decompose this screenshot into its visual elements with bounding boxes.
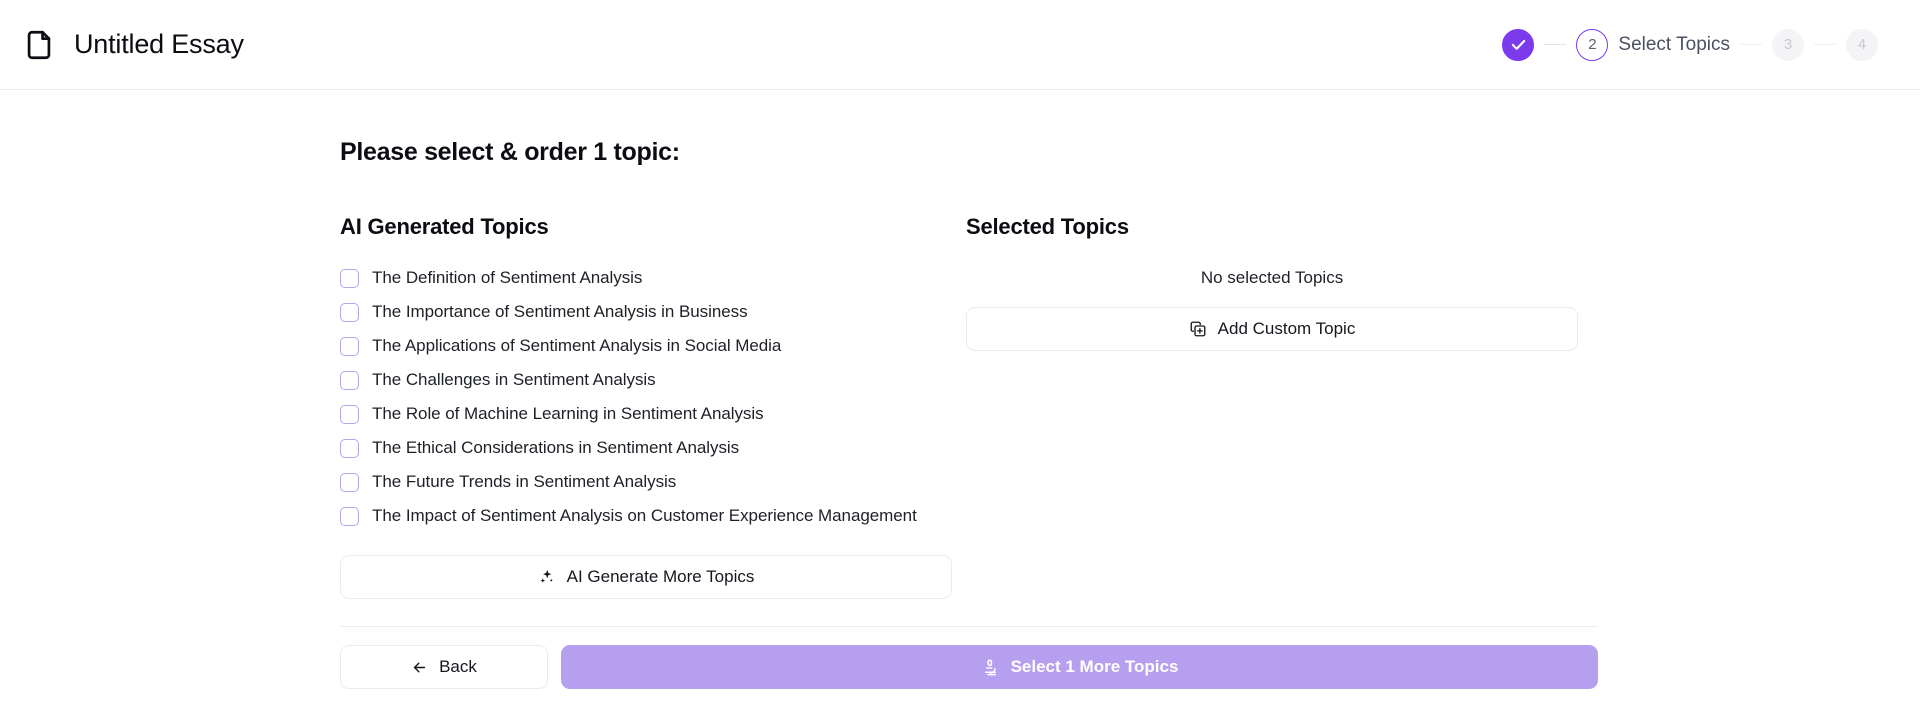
select-more-topics-button[interactable]: Select 1 More Topics (561, 645, 1598, 689)
document-title: Untitled Essay (74, 29, 244, 59)
generate-more-wrapper: AI Generate More Topics (340, 555, 952, 599)
topic-checkbox[interactable] (340, 302, 359, 322)
topic-row[interactable]: The Definition of Sentiment Analysis (340, 261, 952, 295)
ai-generated-topics-title: AI Generated Topics (340, 214, 549, 239)
topic-label: The Role of Machine Learning in Sentimen… (372, 404, 764, 423)
selected-topics-panel: Selected Topics No selected Topics Add C… (966, 214, 1578, 351)
check-icon (1510, 36, 1527, 53)
topic-row[interactable]: The Importance of Sentiment Analysis in … (340, 295, 952, 329)
ai-generate-more-topics-label: AI Generate More Topics (566, 567, 755, 586)
select-more-topics-label: Select 1 More Topics (1010, 657, 1179, 676)
step-4[interactable]: 4 (1846, 28, 1878, 61)
app-header: Untitled Essay 2 Select Topics 3 4 (0, 0, 1920, 90)
step-2-select-topics[interactable]: 2 Select Topics (1576, 28, 1730, 61)
topic-label: The Definition of Sentiment Analysis (372, 268, 643, 287)
step-1-circle (1502, 28, 1535, 61)
content-inner: Please select & order 1 topic: AI Genera… (340, 138, 1598, 599)
add-custom-topic-wrapper: Add Custom Topic (966, 307, 1578, 351)
topic-label: The Challenges in Sentiment Analysis (372, 370, 656, 389)
step-1-complete[interactable] (1502, 28, 1535, 61)
topic-row[interactable]: The Applications of Sentiment Analysis i… (340, 329, 952, 363)
topic-checkbox[interactable] (340, 370, 359, 390)
topic-label: The Applications of Sentiment Analysis i… (372, 336, 782, 355)
step-4-circle: 4 (1846, 28, 1878, 61)
topic-row[interactable]: The Future Trends in Sentiment Analysis (340, 465, 952, 499)
topic-row[interactable]: The Role of Machine Learning in Sentimen… (340, 397, 952, 431)
topic-checkbox[interactable] (340, 438, 359, 458)
sparkles-icon (538, 568, 556, 586)
footer-divider (340, 626, 1598, 627)
back-button-label: Back (439, 657, 477, 676)
step-separator-1 (1544, 43, 1567, 46)
no-selected-topics-message: No selected Topics (1200, 268, 1344, 287)
page-title-suffix: topic: (606, 138, 681, 166)
topic-checkbox[interactable] (340, 472, 359, 492)
add-custom-topic-label: Add Custom Topic (1217, 319, 1356, 338)
footer-actions: Back Select 1 More Topics (340, 645, 1598, 689)
topic-row[interactable]: The Impact of Sentiment Analysis on Cust… (340, 499, 952, 533)
page-title-count: 1 (593, 138, 607, 166)
topic-checkbox[interactable] (340, 336, 359, 356)
topic-row[interactable]: The Ethical Considerations in Sentiment … (340, 431, 952, 465)
ai-generated-topics-panel: AI Generated Topics The Definition of Se… (340, 214, 952, 599)
back-button[interactable]: Back (340, 645, 548, 689)
ai-topic-list: The Definition of Sentiment Analysis The… (340, 261, 952, 533)
microscope-icon (981, 658, 1000, 677)
topic-label: The Impact of Sentiment Analysis on Cust… (372, 506, 917, 525)
progress-stepper: 2 Select Topics 3 4 (1502, 28, 1892, 61)
step-separator-2 (1740, 43, 1762, 46)
selected-topics-title: Selected Topics (966, 214, 1129, 239)
topic-label: The Ethical Considerations in Sentiment … (372, 438, 740, 457)
page-title-prefix: Please select & order (340, 138, 594, 166)
copy-plus-icon (1189, 320, 1207, 338)
file-document-icon (22, 28, 56, 62)
arrow-left-icon (411, 659, 428, 676)
step-3-circle: 3 (1772, 28, 1804, 61)
step-separator-3 (1814, 43, 1836, 46)
topic-label: The Future Trends in Sentiment Analysis (372, 472, 677, 491)
topic-label: The Importance of Sentiment Analysis in … (372, 302, 748, 321)
topic-checkbox[interactable] (340, 506, 359, 526)
step-2-label: Select Topics (1618, 33, 1730, 55)
topics-columns: AI Generated Topics The Definition of Se… (340, 214, 1598, 599)
topic-row[interactable]: The Challenges in Sentiment Analysis (340, 363, 952, 397)
step-2-circle: 2 (1576, 28, 1609, 61)
topic-checkbox[interactable] (340, 268, 359, 288)
ai-generate-more-topics-button[interactable]: AI Generate More Topics (340, 555, 952, 599)
step-3[interactable]: 3 (1772, 28, 1804, 61)
main-content: Please select & order 1 topic: AI Genera… (0, 90, 1920, 599)
add-custom-topic-button[interactable]: Add Custom Topic (966, 307, 1578, 351)
topic-checkbox[interactable] (340, 404, 359, 424)
brand-area: Untitled Essay (22, 28, 244, 62)
page-title: Please select & order 1 topic: (340, 138, 1598, 167)
